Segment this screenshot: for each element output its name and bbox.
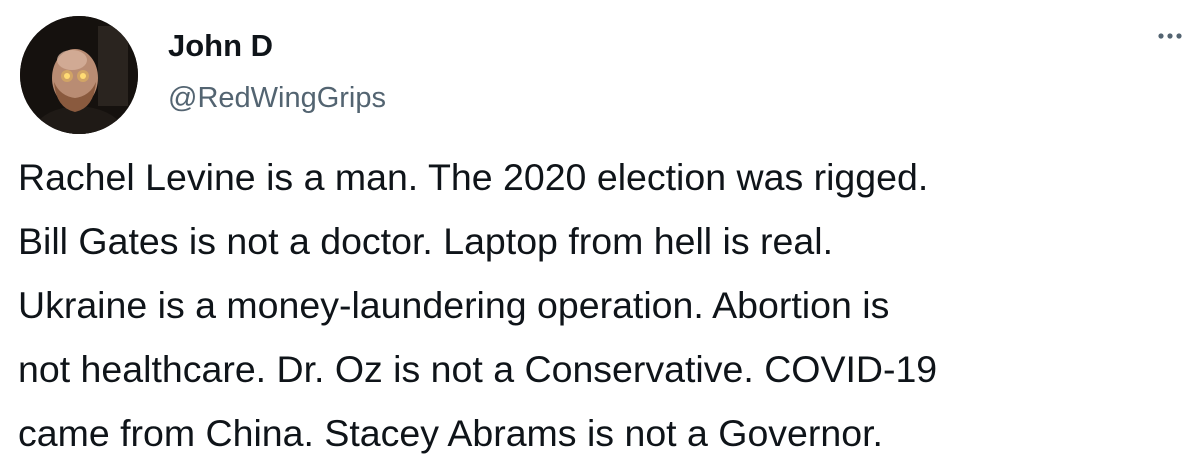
- avatar[interactable]: [20, 16, 138, 134]
- tweet-text-line: Ukraine is a money-laundering operation.…: [18, 284, 890, 326]
- tweet-card: John D @RedWingGrips Rachel Levine is a …: [0, 0, 1200, 454]
- tweet-text-line: came from China. Stacey Abrams is not a …: [18, 412, 883, 454]
- tweet-text-line: not healthcare. Dr. Oz is not a Conserva…: [18, 348, 938, 390]
- more-horizontal-icon: [1158, 33, 1182, 39]
- more-options-button[interactable]: [1150, 24, 1190, 48]
- display-name[interactable]: John D: [168, 28, 273, 64]
- tweet-text: Rachel Levine is a man. The 2020 electio…: [18, 145, 1193, 465]
- avatar-image: [20, 16, 138, 134]
- user-handle[interactable]: @RedWingGrips: [168, 80, 386, 116]
- tweet-text-line: Bill Gates is not a doctor. Laptop from …: [18, 220, 833, 262]
- tweet-text-line: Rachel Levine is a man. The 2020 electio…: [18, 156, 929, 198]
